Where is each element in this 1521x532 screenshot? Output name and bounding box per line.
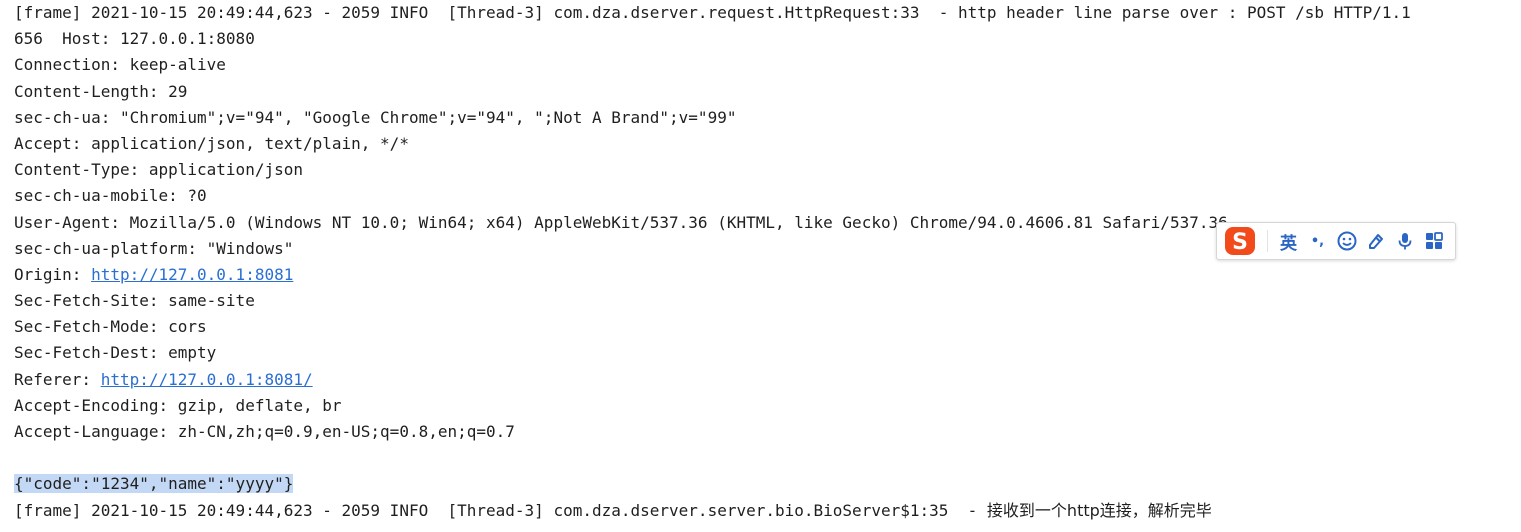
ime-divider — [1267, 230, 1268, 252]
referer-link[interactable]: http://127.0.0.1:8081/ — [101, 370, 313, 389]
ime-toolbar[interactable]: S 英 •, — [1216, 222, 1456, 260]
log-line-body: {"code":"1234","name":"yyyy"} — [14, 471, 1521, 497]
log-message-cjk: 接收到一个http连接，解析完毕 — [986, 500, 1212, 520]
log-line: Content-Length: 29 — [14, 81, 188, 101]
log-prefix: [frame] 2021-10-15 20:49:44,623 - 2059 I… — [14, 500, 987, 520]
svg-text:S: S — [1232, 230, 1248, 255]
sogou-logo-icon[interactable]: S — [1221, 225, 1259, 257]
microphone-icon[interactable] — [1390, 227, 1419, 255]
ime-mode-toggle[interactable]: 英 — [1274, 227, 1303, 255]
log-line: Sec-Fetch-Site: same-site — [14, 291, 255, 311]
log-line: Accept-Encoding: gzip, deflate, br — [14, 395, 342, 415]
referer-label: Referer: — [14, 369, 101, 389]
log-line: [frame] 2021-10-15 20:49:44,623 - 2059 I… — [14, 3, 1411, 22]
origin-link[interactable]: http://127.0.0.1:8081 — [91, 265, 293, 284]
log-line: Accept: application/json, text/plain, */… — [14, 133, 409, 153]
log-line-origin: Origin: http://127.0.0.1:8081 — [14, 262, 1521, 288]
pen-icon[interactable] — [1361, 227, 1390, 255]
emoji-icon[interactable] — [1332, 227, 1361, 255]
log-line: Accept-Language: zh-CN,zh;q=0.9,en-US;q=… — [14, 422, 515, 441]
log-line: Sec-Fetch-Dest: empty — [14, 343, 217, 363]
grid-icon[interactable] — [1419, 227, 1448, 255]
console-output: [frame] 2021-10-15 20:49:44,623 - 2059 I… — [14, 0, 1521, 524]
ime-punctuation-toggle[interactable]: •, — [1303, 227, 1332, 255]
log-line: Content-Type: application/json — [14, 160, 303, 180]
log-line: sec-ch-ua: "Chromium";v="94", "Google Ch… — [14, 107, 737, 127]
log-line: sec-ch-ua-mobile: ?0 — [14, 186, 207, 206]
selected-json-body[interactable]: {"code":"1234","name":"yyyy"} — [14, 474, 294, 494]
log-line: 656 Host: 127.0.0.1:8080 — [14, 29, 255, 49]
origin-label: Origin: — [14, 264, 92, 284]
log-line: Sec-Fetch-Mode: cors — [14, 317, 207, 337]
log-line-last: [frame] 2021-10-15 20:49:44,623 - 2059 I… — [14, 498, 1521, 524]
log-line: Connection: keep-alive — [14, 55, 226, 75]
log-line-referer: Referer: http://127.0.0.1:8081/ — [14, 367, 1521, 393]
